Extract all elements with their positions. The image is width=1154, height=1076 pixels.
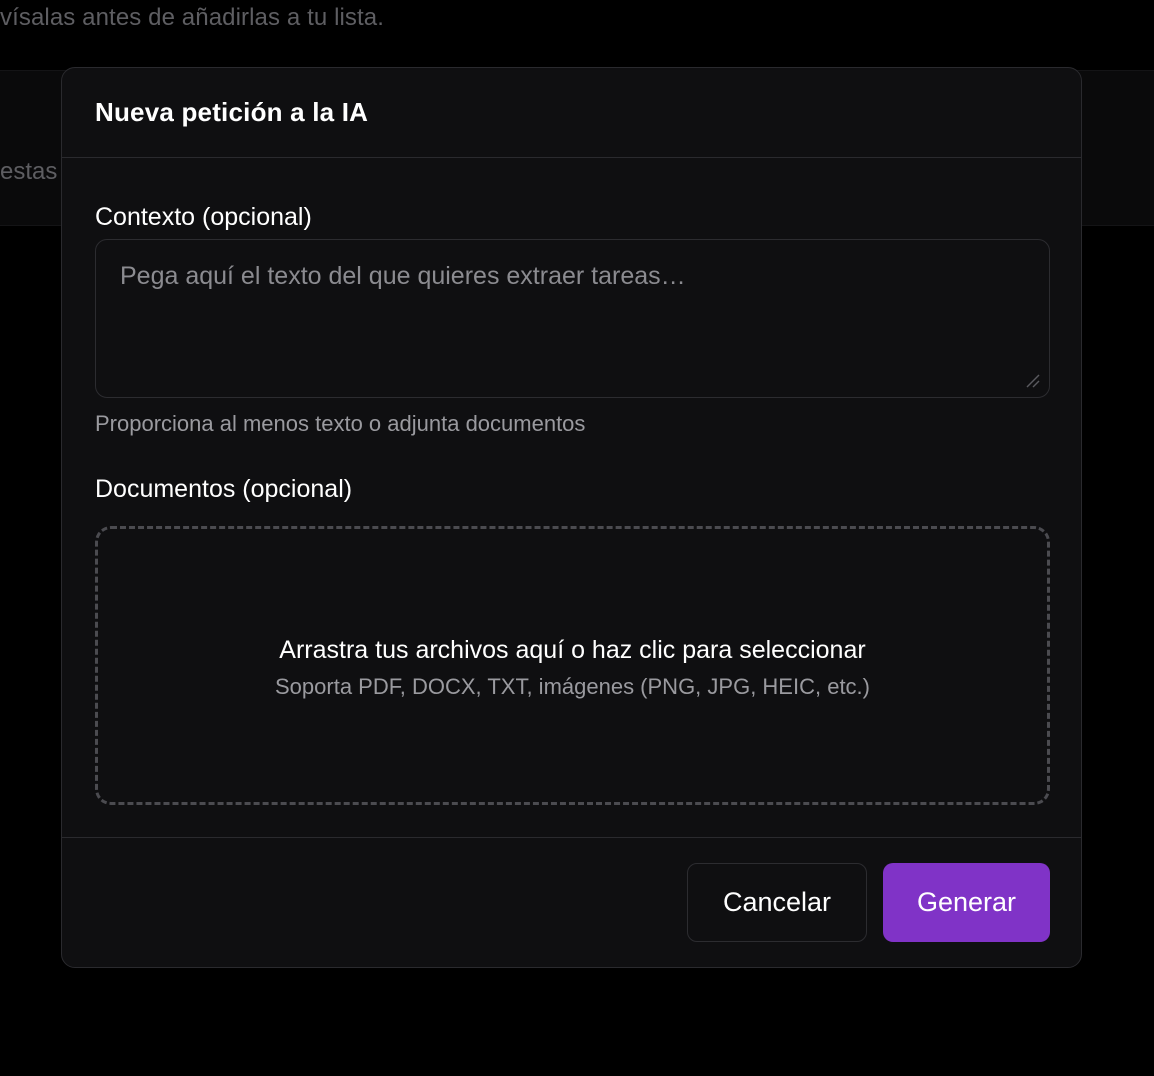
generate-button[interactable]: Generar: [883, 863, 1050, 942]
context-label: Contexto (opcional): [95, 203, 312, 231]
cancel-button[interactable]: Cancelar: [687, 863, 867, 942]
dropzone-supported-formats: Soporta PDF, DOCX, TXT, imágenes (PNG, J…: [275, 674, 870, 699]
dialog-body: Contexto (opcional) Proporciona al menos…: [95, 158, 1050, 838]
dialog-header: Nueva petición a la IA: [62, 68, 1081, 158]
resize-grip-icon[interactable]: [1024, 372, 1040, 388]
context-helper-text: Proporciona al menos texto o adjunta doc…: [95, 411, 586, 436]
page-subtitle: vísalas antes de añadirlas a tu lista.: [0, 4, 385, 31]
ai-request-dialog: Nueva petición a la IA Contexto (opciona…: [61, 67, 1082, 968]
dialog-footer: Cancelar Generar: [62, 837, 1081, 967]
file-dropzone[interactable]: Arrastra tus archivos aquí o haz clic pa…: [95, 526, 1050, 805]
page-section-text: estas: [0, 158, 58, 185]
documents-label: Documentos (opcional): [95, 475, 353, 503]
context-textarea[interactable]: [95, 239, 1050, 398]
dropzone-title: Arrastra tus archivos aquí o haz clic pa…: [279, 636, 866, 664]
dialog-title: Nueva petición a la IA: [95, 97, 369, 127]
